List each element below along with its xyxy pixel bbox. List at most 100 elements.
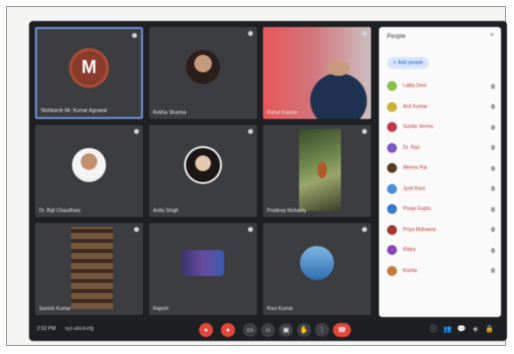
mic-icon [491,145,495,150]
mic-muted-icon [134,129,139,134]
participant-row[interactable]: Pooja Gupta [387,202,495,216]
participant-avatar [387,101,397,112]
participant-row[interactable]: Lalita Devi [387,79,495,93]
present-button[interactable]: ▣ [279,323,293,337]
mic-muted-icon [134,227,139,232]
participant-row[interactable]: Priya Mahawar [387,223,495,237]
participant-video [299,129,341,211]
participant-avatar [387,224,397,235]
participant-avatar [387,81,397,91]
info-icon[interactable]: ⓘ [429,325,438,334]
mic-icon [491,186,495,191]
participant-tile[interactable]: Ravi Kumar [263,223,371,315]
mic-muted-icon [362,31,367,36]
participant-avatar [387,163,397,173]
photo-frame: M Nishkarsh Mr. Kumar Agrawal Rekha Sharma… [6,6,507,346]
participant-row[interactable]: Sunita Verma [387,120,495,134]
participant-avatar [182,250,224,277]
mic-muted-icon [248,129,253,134]
participant-tile[interactable]: Pradeep Mohanty [263,125,371,217]
cam-off-button[interactable]: ● [221,323,235,337]
video-grid: M Nishkarsh Mr. Kumar Agrawal Rekha Sharma… [35,27,371,315]
participant-row-name: Meena Pal [403,165,427,171]
participant-tile[interactable]: Suresh Kumar [35,223,143,315]
participant-tile[interactable]: M Nishkarsh Mr. Kumar Agrawal [35,27,143,119]
participant-name: Nishkarsh Mr. Kumar Agrawal [41,108,107,114]
participant-name: Anita Singh [153,208,179,214]
mic-muted-icon [362,129,367,134]
participant-tile[interactable]: Rahul Kapoor [263,27,371,119]
add-people-label: Add people [397,60,424,66]
participant-row[interactable]: Anil Kumar [387,100,495,114]
participant-avatar [387,204,397,214]
add-person-icon: + [393,60,396,66]
participant-name: Rahul Kapoor [267,110,298,116]
participant-row[interactable]: Kavita [387,264,495,278]
participant-video [71,227,113,309]
participant-name: Rekha Sharma [153,110,187,116]
mic-muted-icon [248,31,253,36]
participant-name: Ravi Kumar [267,306,294,312]
participant-row-name: Lalita Devi [403,83,427,89]
participant-avatar [186,50,220,85]
participant-name: Pradeep Mohanty [267,208,307,214]
mic-muted-icon [132,33,137,38]
participant-tile[interactable]: Rekha Sharma [149,27,257,119]
meeting-window: M Nishkarsh Mr. Kumar Agrawal Rekha Sharma… [29,21,507,341]
participant-row-name: Anil Kumar [403,103,428,110]
captions-button[interactable]: ▭ [243,323,257,337]
panel-title: People [387,34,406,40]
participant-tile[interactable]: Anita Singh [149,125,257,217]
mic-icon [491,104,495,109]
people-icon[interactable]: 👥 [443,325,452,334]
participant-tile[interactable]: Rajesh [149,223,257,315]
participant-row-name: Jyoti Rani [403,185,425,192]
participant-avatar [186,148,220,183]
participant-name: Rajesh [153,306,169,312]
participant-row-name: Priya Mahawar [403,226,437,233]
participant-avatar [387,142,397,153]
close-icon[interactable]: × [490,32,494,39]
mic-muted-icon [248,227,253,232]
participant-video [263,27,371,119]
participant-row-name: Pooja Gupta [403,206,431,212]
chat-icon[interactable]: 💬 [457,325,466,334]
participant-avatar [387,122,397,132]
lock-icon[interactable]: 🔒 [485,325,494,334]
participant-row[interactable]: Jyoti Rani [387,182,495,196]
mic-icon [491,83,495,89]
participant-avatar [387,183,397,194]
participant-row[interactable]: Meena Pal [387,161,495,175]
mic-muted-icon [362,227,367,232]
add-people-button[interactable]: + Add people [387,57,430,69]
participant-name: Suresh Kumar [39,306,71,312]
participant-avatar [387,265,397,276]
activities-icon[interactable]: ◈ [471,325,480,334]
participant-avatar [387,245,397,255]
emoji-button[interactable]: ☺ [261,323,275,337]
people-panel: People × + Add people Lalita Devi Anil Ku… [379,27,501,317]
meeting-code: xyz-abcd-efg [65,326,94,332]
mic-off-button[interactable]: ● [199,323,213,337]
control-bar: 2:02 PM xyz-abcd-efg ● ● ▭ ☺ ▣ ✋ ⋮ ☎ ⓘ 👥 💬 ◈ 🔒 [29,319,507,341]
mic-icon [491,206,495,212]
participant-avatar [72,148,106,183]
participant-row-name: Dr. Rao [403,144,420,151]
mic-icon [491,124,495,130]
end-call-button[interactable]: ☎ [333,323,351,337]
mic-icon [491,165,495,171]
participant-row-name: Kavita [403,267,417,274]
participant-avatar [300,246,334,281]
meeting-clock: 2:02 PM [37,326,56,332]
mic-icon [491,247,495,253]
participant-row-name: Sunita Verma [403,124,434,130]
mic-icon [491,227,495,232]
participant-row-name: Ritika [403,247,416,253]
participant-row[interactable]: Dr. Rao [387,141,495,155]
participant-tile[interactable]: Dr. Bijit Chaudhary [35,125,143,217]
raise-hand-button[interactable]: ✋ [297,323,311,337]
more-button[interactable]: ⋮ [315,323,329,337]
participant-name: Dr. Bijit Chaudhary [39,208,81,214]
participant-row[interactable]: Ritika [387,243,495,257]
mic-icon [491,268,495,273]
